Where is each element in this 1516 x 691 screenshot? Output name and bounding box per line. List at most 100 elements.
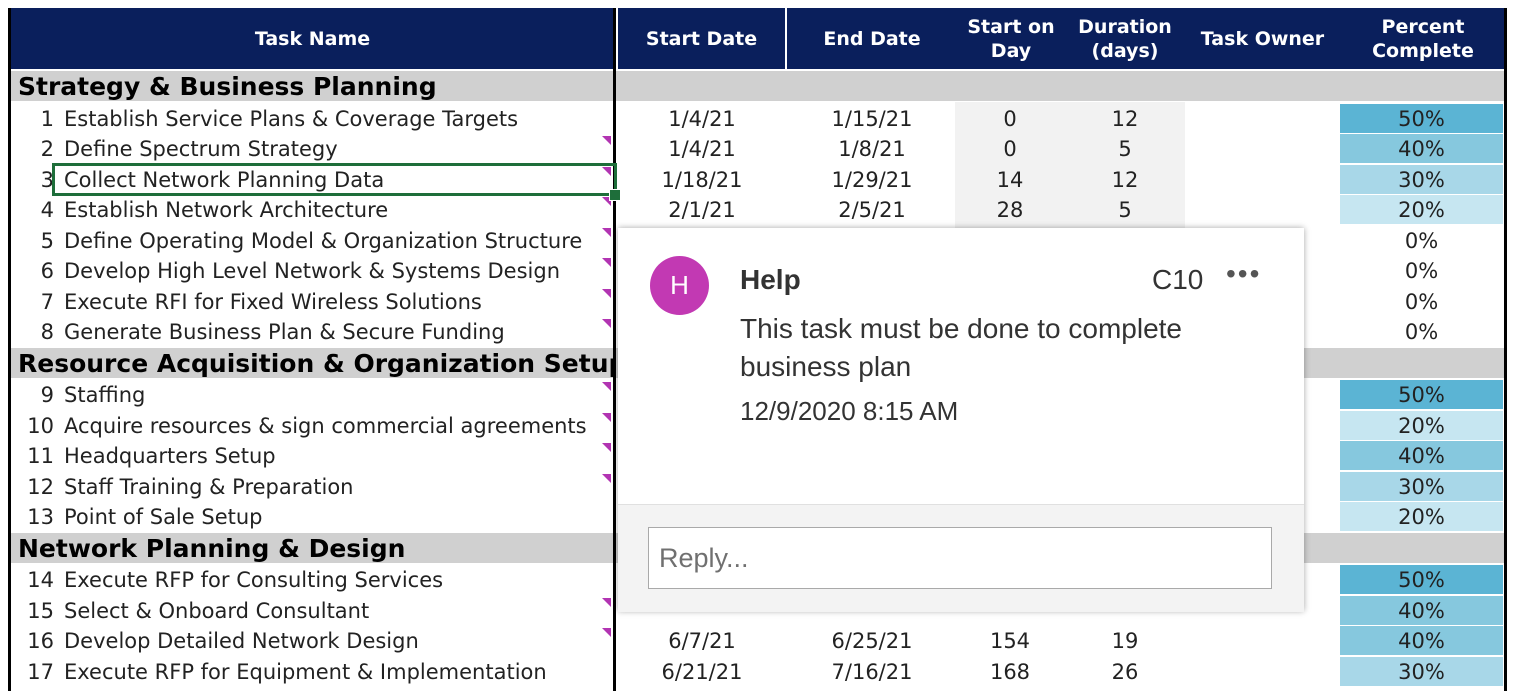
selected-cell[interactable] bbox=[52, 163, 617, 196]
percent-complete-cell[interactable]: 0% bbox=[1340, 287, 1503, 317]
duration-cell[interactable]: 12 bbox=[1065, 104, 1185, 134]
header-task-name[interactable]: Task Name bbox=[10, 8, 615, 69]
header-start-date[interactable]: Start Date bbox=[618, 8, 785, 69]
comment-indicator-icon[interactable] bbox=[602, 382, 611, 391]
table-right-border bbox=[1504, 8, 1507, 691]
end-date-cell[interactable]: 6/25/21 bbox=[787, 626, 957, 656]
percent-complete-cell[interactable]: 0% bbox=[1340, 317, 1503, 347]
start-on-day-cell[interactable]: 154 bbox=[955, 626, 1065, 656]
task-name-cell[interactable]: Establish Service Plans & Coverage Targe… bbox=[64, 104, 518, 134]
percent-complete-cell[interactable]: 20% bbox=[1340, 502, 1503, 532]
duration-cell[interactable]: 5 bbox=[1065, 195, 1185, 225]
start-on-day-cell[interactable]: 0 bbox=[955, 134, 1065, 164]
start-on-day-cell[interactable]: 0 bbox=[955, 104, 1065, 134]
start-date-cell[interactable]: 1/4/21 bbox=[617, 134, 787, 164]
percent-complete-cell[interactable]: 50% bbox=[1340, 565, 1503, 595]
task-name-cell[interactable]: Develop High Level Network & Systems Des… bbox=[64, 256, 560, 286]
column-divider bbox=[613, 8, 616, 691]
percent-complete-cell[interactable]: 20% bbox=[1340, 411, 1503, 441]
percent-complete-cell[interactable]: 40% bbox=[1340, 134, 1503, 164]
task-name-cell[interactable]: Staff Training & Preparation bbox=[64, 472, 353, 502]
percent-complete-cell[interactable]: 40% bbox=[1340, 626, 1503, 656]
row-number: 5 bbox=[40, 229, 54, 253]
task-name-cell[interactable]: Staffing bbox=[64, 380, 145, 410]
start-on-day-cell[interactable]: 14 bbox=[955, 165, 1065, 195]
duration-cell[interactable]: 5 bbox=[1065, 134, 1185, 164]
duration-cell[interactable]: 12 bbox=[1065, 165, 1185, 195]
duration-cell[interactable]: 26 bbox=[1065, 657, 1185, 687]
header-task-owner[interactable]: Task Owner bbox=[1185, 8, 1340, 69]
row-number: 3 bbox=[40, 168, 54, 192]
row-number: 2 bbox=[40, 137, 54, 161]
row-number: 12 bbox=[27, 475, 54, 499]
comment-indicator-icon[interactable] bbox=[602, 228, 611, 237]
comment-footer bbox=[618, 504, 1304, 612]
task-name-cell[interactable]: Point of Sale Setup bbox=[64, 502, 263, 532]
row-number: 4 bbox=[40, 198, 54, 222]
reply-input[interactable] bbox=[648, 527, 1272, 589]
comment-indicator-icon[interactable] bbox=[602, 443, 611, 452]
comment-indicator-icon[interactable] bbox=[602, 289, 611, 298]
task-name-cell[interactable]: Execute RFI for Fixed Wireless Solutions bbox=[64, 287, 482, 317]
task-name-cell[interactable]: Develop Detailed Network Design bbox=[64, 626, 419, 656]
comment-author: Help bbox=[740, 264, 801, 295]
duration-cell[interactable]: 19 bbox=[1065, 626, 1185, 656]
header-percent-complete[interactable]: Percent Complete bbox=[1340, 8, 1506, 69]
end-date-cell[interactable]: 1/8/21 bbox=[787, 134, 957, 164]
percent-complete-cell[interactable]: 20% bbox=[1340, 195, 1503, 225]
row-number: 6 bbox=[40, 259, 54, 283]
percent-complete-cell[interactable]: 30% bbox=[1340, 657, 1503, 687]
task-name-cell[interactable]: Define Spectrum Strategy bbox=[64, 134, 338, 164]
start-date-cell[interactable]: 1/4/21 bbox=[617, 104, 787, 134]
comment-indicator-icon[interactable] bbox=[602, 474, 611, 483]
percent-complete-cell[interactable]: 50% bbox=[1340, 104, 1503, 134]
percent-complete-cell[interactable]: 40% bbox=[1340, 441, 1503, 471]
end-date-cell[interactable]: 1/29/21 bbox=[787, 165, 957, 195]
header-start-on-day[interactable]: Start on Day bbox=[957, 8, 1065, 69]
start-on-day-cell[interactable]: 168 bbox=[955, 657, 1065, 687]
row-number: 13 bbox=[27, 505, 54, 529]
end-date-cell[interactable]: 1/15/21 bbox=[787, 104, 957, 134]
table-left-border bbox=[8, 8, 11, 691]
task-name-cell[interactable]: Execute RFP for Equipment & Implementati… bbox=[64, 657, 547, 687]
comment-cell-ref: C10 bbox=[1152, 264, 1204, 295]
percent-complete-cell[interactable]: 40% bbox=[1340, 596, 1503, 626]
percent-complete-cell[interactable]: 30% bbox=[1340, 165, 1503, 195]
start-date-cell[interactable]: 6/21/21 bbox=[617, 657, 787, 687]
start-date-cell[interactable]: 6/7/21 bbox=[617, 626, 787, 656]
task-name-cell[interactable]: Establish Network Architecture bbox=[64, 195, 388, 225]
row-number: 1 bbox=[40, 107, 54, 131]
percent-complete-cell[interactable]: 50% bbox=[1340, 380, 1503, 410]
start-date-cell[interactable]: 1/18/21 bbox=[617, 165, 787, 195]
start-date-cell[interactable]: 2/1/21 bbox=[617, 195, 787, 225]
task-name-cell[interactable]: Execute RFP for Consulting Services bbox=[64, 565, 443, 595]
comment-indicator-icon[interactable] bbox=[602, 628, 611, 637]
header-duration[interactable]: Duration (days) bbox=[1065, 8, 1185, 69]
fill-handle[interactable] bbox=[609, 189, 621, 201]
task-name-cell[interactable]: Acquire resources & sign commercial agre… bbox=[64, 411, 587, 441]
task-name-cell[interactable]: Define Operating Model & Organization St… bbox=[64, 226, 582, 256]
header-end-date[interactable]: End Date bbox=[787, 8, 957, 69]
comment-indicator-icon[interactable] bbox=[602, 258, 611, 267]
row-number: 15 bbox=[27, 599, 54, 623]
end-date-cell[interactable]: 2/5/21 bbox=[787, 195, 957, 225]
percent-complete-cell[interactable]: 0% bbox=[1340, 226, 1503, 256]
comment-indicator-icon[interactable] bbox=[602, 136, 611, 145]
comment-popup: H Help C10 ••• This task must be done to… bbox=[618, 228, 1304, 612]
row-number: 10 bbox=[27, 414, 54, 438]
percent-complete-cell[interactable]: 30% bbox=[1340, 472, 1503, 502]
start-on-day-cell[interactable]: 28 bbox=[955, 195, 1065, 225]
comment-timestamp: 12/9/2020 8:15 AM bbox=[740, 396, 959, 426]
comment-indicator-icon[interactable] bbox=[602, 413, 611, 422]
row-number: 16 bbox=[27, 629, 54, 653]
row-number: 9 bbox=[40, 383, 54, 407]
task-name-cell[interactable]: Generate Business Plan & Secure Funding bbox=[64, 317, 505, 347]
task-name-cell[interactable]: Select & Onboard Consultant bbox=[64, 596, 369, 626]
section-title: Strategy & Business Planning bbox=[18, 72, 437, 101]
more-options-icon[interactable]: ••• bbox=[1226, 258, 1261, 290]
comment-indicator-icon[interactable] bbox=[602, 598, 611, 607]
end-date-cell[interactable]: 7/16/21 bbox=[787, 657, 957, 687]
percent-complete-cell[interactable]: 0% bbox=[1340, 256, 1503, 286]
task-name-cell[interactable]: Headquarters Setup bbox=[64, 441, 276, 471]
comment-indicator-icon[interactable] bbox=[602, 319, 611, 328]
